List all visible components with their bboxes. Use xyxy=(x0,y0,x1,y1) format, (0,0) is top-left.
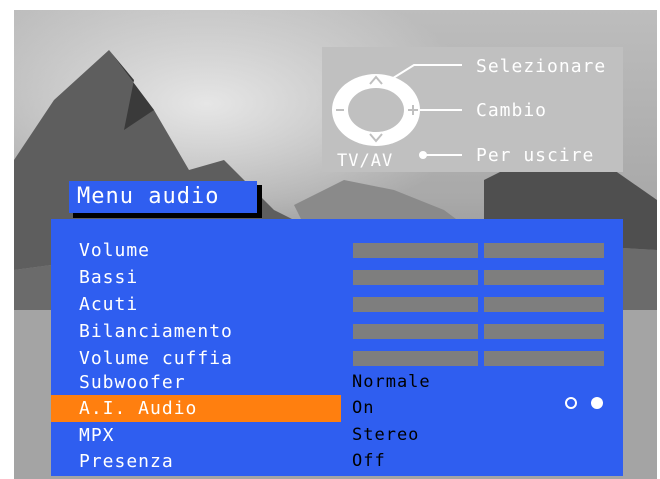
remote-control-legend: TV/AV Selezionare Cambio Per uscire xyxy=(322,47,623,172)
menu-item-volume-cuffia[interactable]: Volume cuffia xyxy=(51,345,341,372)
menu-item-label: A.I. Audio xyxy=(79,398,198,419)
legend-exit-label: Per uscire xyxy=(476,145,595,166)
subwoofer-value[interactable]: Normale xyxy=(352,369,431,396)
legend-select-label: Selezionare xyxy=(476,56,607,77)
exit-button-label: TV/AV xyxy=(337,151,394,171)
ai-audio-off-radio-icon[interactable] xyxy=(565,397,577,409)
bassi-bar-left[interactable] xyxy=(353,270,478,285)
menu-item-bilanciamento[interactable]: Bilanciamento xyxy=(51,318,341,345)
presenza-value[interactable]: Off xyxy=(352,448,386,475)
volume-bar-left[interactable] xyxy=(353,243,478,258)
menu-item-bassi[interactable]: Bassi xyxy=(51,264,341,291)
ai-audio-value[interactable]: On xyxy=(352,395,374,422)
menu-item-label: Subwoofer xyxy=(79,372,186,393)
menu-item-volume[interactable]: Volume xyxy=(51,237,341,264)
legend-change-label: Cambio xyxy=(476,100,548,121)
bilanciamento-bar-right[interactable] xyxy=(484,324,604,339)
volume-bar-right[interactable] xyxy=(484,243,604,258)
bassi-bar-right[interactable] xyxy=(484,270,604,285)
acuti-bar-left[interactable] xyxy=(353,297,478,312)
menu-item-label: Bassi xyxy=(79,267,139,288)
menu-item-label: MPX xyxy=(79,425,115,446)
menu-item-label: Volume xyxy=(79,240,151,261)
volume-cuffia-bar-right[interactable] xyxy=(484,351,604,366)
menu-item-mpx[interactable]: MPX xyxy=(51,422,341,449)
menu-item-ai-audio[interactable]: A.I. Audio xyxy=(51,395,341,422)
menu-item-acuti[interactable]: Acuti xyxy=(51,291,341,318)
menu-item-label: Volume cuffia xyxy=(79,348,233,369)
bilanciamento-bar-left[interactable] xyxy=(353,324,478,339)
audio-menu-panel: Volume Bassi Acuti Bilanciamento Volume … xyxy=(51,219,623,476)
menu-item-label: Acuti xyxy=(79,294,139,315)
menu-item-label: Presenza xyxy=(79,451,174,472)
menu-item-presenza[interactable]: Presenza xyxy=(51,448,341,475)
menu-item-subwoofer[interactable]: Subwoofer xyxy=(51,369,341,396)
mpx-value[interactable]: Stereo xyxy=(352,422,419,449)
menu-item-label: Bilanciamento xyxy=(79,321,233,342)
acuti-bar-right[interactable] xyxy=(484,297,604,312)
menu-title: Menu audio xyxy=(69,181,257,213)
ai-audio-on-radio-icon[interactable] xyxy=(591,397,603,409)
volume-cuffia-bar-left[interactable] xyxy=(353,351,478,366)
